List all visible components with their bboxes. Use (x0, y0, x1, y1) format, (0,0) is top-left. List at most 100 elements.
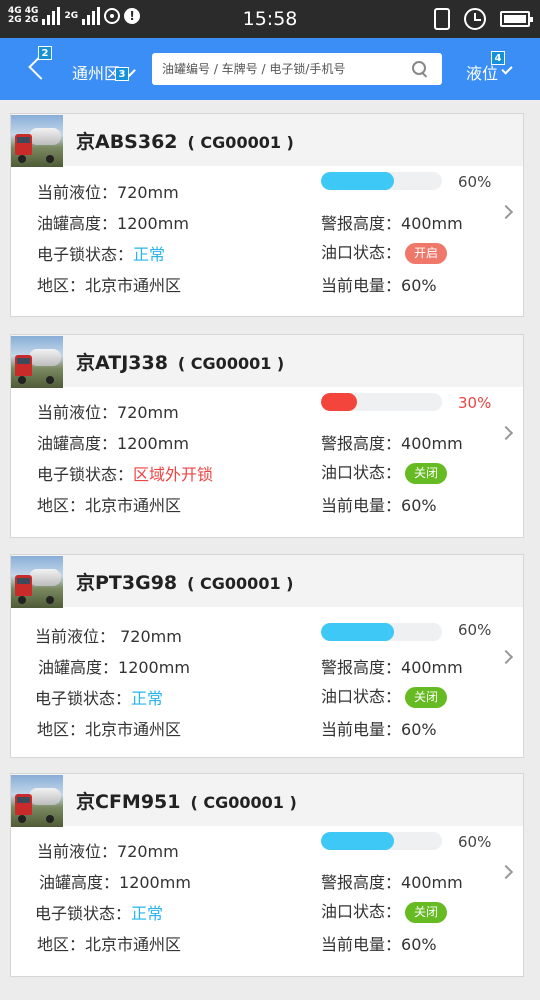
region-value: 北京市通州区 (85, 935, 182, 954)
region-field: 地区：北京市通州区 (37, 272, 181, 296)
level-value: 720mm (117, 183, 179, 202)
lock-status-value: 正常 (131, 904, 164, 923)
lock-status-label: 电子锁状态： (37, 465, 134, 484)
level-percent: 60% (458, 173, 492, 191)
battery-label: 当前电量： (321, 720, 402, 739)
search-icon[interactable] (412, 61, 428, 77)
level-label: 当前液位： (37, 183, 118, 202)
truck-thumbnail (11, 115, 63, 167)
battery-label: 当前电量： (321, 496, 402, 515)
lock-status-field: 电子锁状态：正常 (37, 241, 165, 265)
chevron-right-icon[interactable] (498, 425, 514, 441)
district-label: 通州区 (72, 64, 121, 83)
status-bar: 4G 4G 2G 2G 2G ! 15:58 (0, 0, 540, 38)
region-field: 地区：北京市通州区 (37, 716, 181, 740)
tank-card[interactable]: 京PT3G98 ( CG00001 ) 当前液位： 720mm 油罐高度：1200… (10, 554, 524, 758)
region-field: 地区：北京市通州区 (37, 492, 181, 516)
tank-height-value: 1200mm (119, 873, 191, 892)
status-right (434, 8, 533, 30)
level-percent: 60% (458, 833, 492, 851)
port-status-pill: 关闭 (405, 463, 448, 484)
badge-district: 3 (115, 67, 129, 81)
battery-label: 当前电量： (321, 276, 402, 295)
card-header: 京ATJ338 ( CG00001 ) (11, 335, 523, 388)
tank-card[interactable]: 京ATJ338 ( CG00001 ) 当前液位：720mm 油罐高度：1200m… (10, 334, 524, 538)
tank-height-label: 油罐高度： (37, 434, 118, 453)
level-field: 当前液位：720mm (37, 399, 179, 423)
alarm-height-value: 400mm (401, 214, 463, 233)
level-progress-bar (321, 623, 442, 641)
level-progress-fill (321, 832, 394, 850)
plate-number: 京ATJ338 (76, 352, 168, 374)
level-label: 当前液位： (37, 403, 118, 422)
level-progress-bar (321, 832, 442, 850)
chevron-right-icon[interactable] (498, 649, 514, 665)
tank-height-label: 油罐高度： (39, 873, 120, 892)
battery-field: 当前电量：60% (321, 716, 437, 740)
battery-value: 60% (401, 935, 437, 954)
level-value: 720mm (117, 403, 179, 422)
port-status-field: 油口状态： 开启 (321, 239, 448, 264)
port-status-label: 油口状态： (321, 243, 402, 262)
alarm-height-label: 警报高度： (321, 873, 402, 892)
card-title: 京ATJ338 ( CG00001 ) (76, 348, 284, 375)
region-label: 地区： (37, 935, 86, 954)
port-status-field: 油口状态： 关闭 (321, 459, 448, 484)
port-status-field: 油口状态： 关闭 (321, 683, 448, 708)
search-input[interactable] (162, 53, 407, 85)
chevron-right-icon[interactable] (498, 864, 514, 880)
card-title: 京ABS362 ( CG00001 ) (76, 127, 294, 154)
tank-height-value: 1200mm (117, 434, 189, 453)
alarm-height-label: 警报高度： (321, 434, 402, 453)
tank-height-value: 1200mm (118, 658, 190, 677)
tank-height-label: 油罐高度： (38, 658, 119, 677)
battery-label: 当前电量： (321, 935, 402, 954)
alarm-height-field: 警报高度：400mm (321, 654, 463, 678)
region-label: 地区： (37, 720, 86, 739)
port-status-label: 油口状态： (321, 902, 402, 921)
alarm-height-field: 警报高度：400mm (321, 430, 463, 454)
region-label: 地区： (37, 496, 86, 515)
port-status-field: 油口状态： 关闭 (321, 898, 448, 923)
level-progress-bar (321, 172, 442, 190)
tank-height-field: 油罐高度：1200mm (37, 430, 189, 454)
card-header: 京CFM951 ( CG00001 ) (11, 774, 523, 827)
level-value: 720mm (115, 627, 182, 646)
region-field: 地区：北京市通州区 (37, 931, 181, 955)
lock-status-field: 电子锁状态：正常 (35, 900, 163, 924)
battery-field: 当前电量：60% (321, 272, 437, 296)
tank-card[interactable]: 京CFM951 ( CG00001 ) 当前液位：720mm 油罐高度：1200m… (10, 773, 524, 977)
tank-height-value: 1200mm (117, 214, 189, 233)
level-progress-bar (321, 393, 442, 411)
level-progress-fill (321, 623, 394, 641)
level-progress-fill (321, 393, 358, 411)
port-status-label: 油口状态： (321, 463, 402, 482)
port-status-pill: 开启 (405, 243, 448, 264)
badge-back: 2 (38, 46, 52, 60)
alarm-height-label: 警报高度： (321, 658, 402, 677)
plate-number: 京PT3G98 (76, 572, 178, 594)
battery-value: 60% (401, 496, 437, 515)
region-value: 北京市通州区 (85, 496, 182, 515)
battery-value: 60% (401, 720, 437, 739)
battery-field: 当前电量：60% (321, 931, 437, 955)
alarm-icon (464, 8, 486, 30)
tank-height-field: 油罐高度：1200mm (37, 210, 189, 234)
lock-status-value: 正常 (131, 689, 164, 708)
tank-code: ( CG00001 ) (177, 354, 285, 373)
port-status-pill: 关闭 (405, 687, 448, 708)
tank-code: ( CG00001 ) (187, 574, 294, 593)
level-value: 720mm (117, 842, 179, 861)
region-value: 北京市通州区 (85, 720, 182, 739)
battery-field: 当前电量：60% (321, 492, 437, 516)
tank-code: ( CG00001 ) (187, 133, 294, 152)
lock-status-field: 电子锁状态：区域外开锁 (37, 461, 213, 485)
plate-number: 京ABS362 (76, 131, 178, 153)
tank-card[interactable]: 京ABS362 ( CG00001 ) 当前液位：720mm 油罐高度：1200m… (10, 113, 524, 317)
battery-value: 60% (401, 276, 437, 295)
vibrate-icon (434, 8, 450, 30)
truck-thumbnail (11, 556, 63, 608)
level-progress-fill (321, 172, 394, 190)
chevron-right-icon[interactable] (498, 204, 514, 220)
search-box[interactable] (152, 53, 442, 85)
